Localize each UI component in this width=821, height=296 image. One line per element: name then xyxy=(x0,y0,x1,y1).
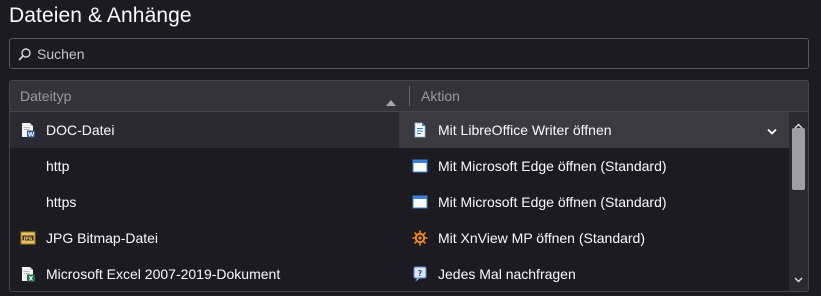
word-document-icon: W xyxy=(20,122,36,139)
action-cell[interactable]: Mit Microsoft Edge öffnen (Standard) xyxy=(399,184,791,220)
jpg-image-icon: JPG xyxy=(20,230,36,246)
type-label: http xyxy=(46,158,70,174)
action-label: Jedes Mal nachfragen xyxy=(438,266,576,282)
ask-question-icon: ? xyxy=(412,266,428,283)
type-cell: W DOC-Datei xyxy=(10,112,399,148)
action-label: Mit Microsoft Edge öffnen (Standard) xyxy=(438,194,667,210)
libreoffice-writer-icon xyxy=(412,122,428,138)
xnview-icon xyxy=(412,230,428,246)
application-window-icon xyxy=(412,194,428,210)
vertical-scrollbar[interactable] xyxy=(789,112,808,291)
search-input[interactable] xyxy=(37,45,808,62)
action-cell[interactable]: Mit XnView MP öffnen (Standard) xyxy=(399,220,791,256)
page-title: Dateien & Anhänge xyxy=(9,4,192,27)
column-header-action[interactable]: Aktion xyxy=(410,81,808,111)
table-row[interactable]: W DOC-Datei Mit LibreOffice Writer öffne… xyxy=(10,112,791,148)
action-label: Mit LibreOffice Writer öffnen xyxy=(438,122,612,138)
type-cell: https xyxy=(10,184,399,220)
type-cell: JPG JPG Bitmap-Datei xyxy=(10,220,399,256)
type-cell: X Microsoft Excel 2007-2019-Dokument xyxy=(10,256,399,291)
action-cell[interactable]: Mit Microsoft Edge öffnen (Standard) xyxy=(399,148,791,184)
table-header: Dateityp Aktion xyxy=(10,81,808,112)
svg-text:?: ? xyxy=(418,269,423,278)
table-row[interactable]: X Microsoft Excel 2007-2019-Dokument ? J… xyxy=(10,256,791,291)
type-cell: http xyxy=(10,148,399,184)
application-window-icon xyxy=(412,158,428,174)
excel-document-icon: X xyxy=(20,266,36,283)
type-label: DOC-Datei xyxy=(46,122,115,138)
action-label: Mit Microsoft Edge öffnen (Standard) xyxy=(438,158,667,174)
svg-text:X: X xyxy=(29,276,34,283)
scrollbar-thumb[interactable] xyxy=(792,128,805,190)
svg-text:W: W xyxy=(28,132,35,139)
column-header-type-label: Dateityp xyxy=(20,88,72,104)
table-row[interactable]: https Mit Microsoft Edge öffnen (Standar… xyxy=(10,184,791,220)
type-label: JPG Bitmap-Datei xyxy=(46,230,159,246)
scroll-down-arrow-icon[interactable] xyxy=(794,270,803,288)
svg-text:JPG: JPG xyxy=(23,236,33,242)
search-icon xyxy=(18,46,34,62)
sort-ascending-icon xyxy=(386,93,396,109)
table-body: W DOC-Datei Mit LibreOffice Writer öffne… xyxy=(10,112,791,291)
type-label: https xyxy=(46,194,77,210)
type-label: Microsoft Excel 2007-2019-Dokument xyxy=(46,266,281,282)
column-header-type[interactable]: Dateityp xyxy=(10,81,409,111)
file-types-table: Dateityp Aktion W DOC-Datei Mit LibreOff xyxy=(9,80,809,292)
action-cell[interactable]: ? Jedes Mal nachfragen xyxy=(399,256,791,291)
table-row[interactable]: http Mit Microsoft Edge öffnen (Standard… xyxy=(10,148,791,184)
action-dropdown[interactable]: Mit LibreOffice Writer öffnen xyxy=(399,112,791,148)
table-row[interactable]: JPG JPG Bitmap-Datei Mit XnView MP öffne… xyxy=(10,220,791,256)
search-box[interactable] xyxy=(9,38,809,69)
action-label: Mit XnView MP öffnen (Standard) xyxy=(438,230,645,246)
chevron-down-icon xyxy=(767,122,777,138)
column-header-action-label: Aktion xyxy=(421,88,460,104)
